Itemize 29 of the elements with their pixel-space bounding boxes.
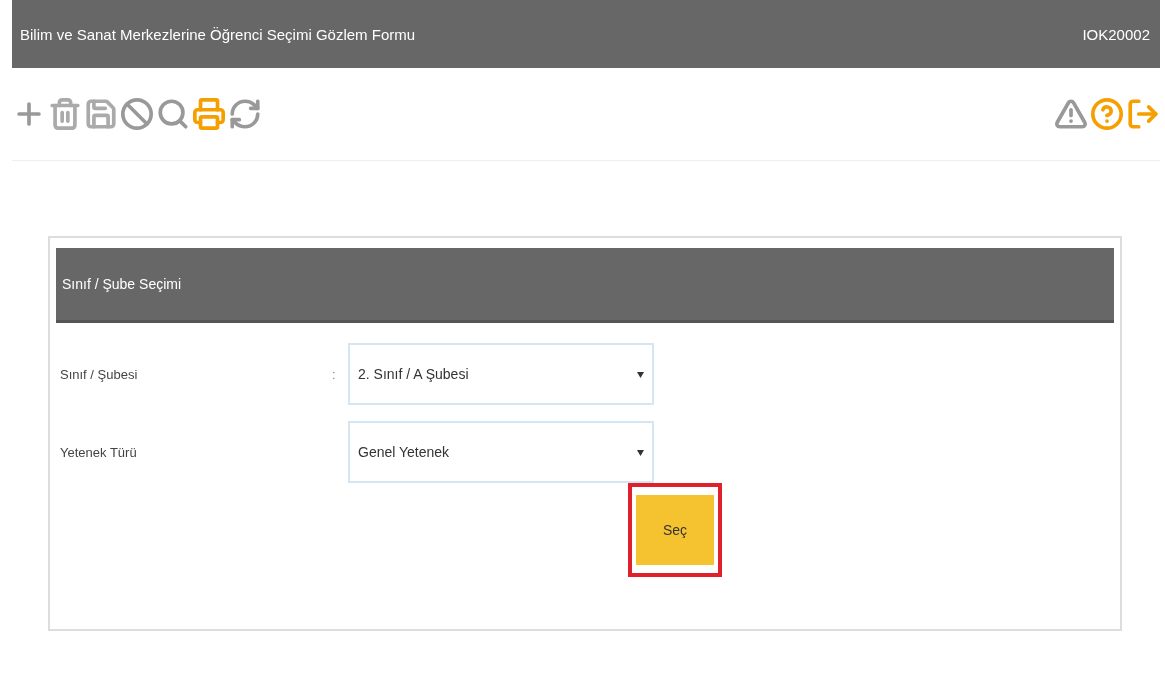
- ban-button[interactable]: [120, 97, 154, 131]
- refresh-icon: [228, 97, 262, 131]
- search-icon: [156, 97, 190, 131]
- caret-icon: [637, 369, 644, 379]
- ban-icon: [120, 97, 154, 131]
- save-button[interactable]: [84, 97, 118, 131]
- form-code: IOK20002: [1082, 25, 1150, 43]
- panel-title: Sınıf / Şube Seçimi: [62, 276, 182, 292]
- search-button[interactable]: [156, 97, 190, 131]
- trash-icon: [48, 97, 82, 131]
- trash-button[interactable]: [48, 97, 82, 131]
- logout-button[interactable]: [1126, 97, 1160, 131]
- warning-icon: [1054, 97, 1088, 131]
- field-label: Yetenek Türü: [60, 444, 138, 460]
- caret-icon: [637, 447, 644, 457]
- help-icon: [1090, 97, 1124, 131]
- printer-button[interactable]: [192, 97, 226, 131]
- warning-button[interactable]: [1054, 97, 1088, 131]
- select-button[interactable]: Seç: [636, 495, 714, 565]
- refresh-button[interactable]: [228, 97, 262, 131]
- colon: :: [332, 366, 337, 382]
- printer-icon: [192, 97, 226, 131]
- window-title: Bilim ve Sanat Merkezlerine Öğrenci Seçimi Gözlem Formu: [20, 25, 416, 43]
- field-label: Sınıf / Şubesi: [60, 366, 139, 382]
- select-field[interactable]: Genel Yetenek: [348, 421, 654, 483]
- select-field[interactable]: 2. Sınıf / A Şubesi: [348, 343, 654, 405]
- save-icon: [84, 97, 118, 131]
- help-button[interactable]: [1090, 97, 1124, 131]
- logout-icon: [1126, 97, 1160, 131]
